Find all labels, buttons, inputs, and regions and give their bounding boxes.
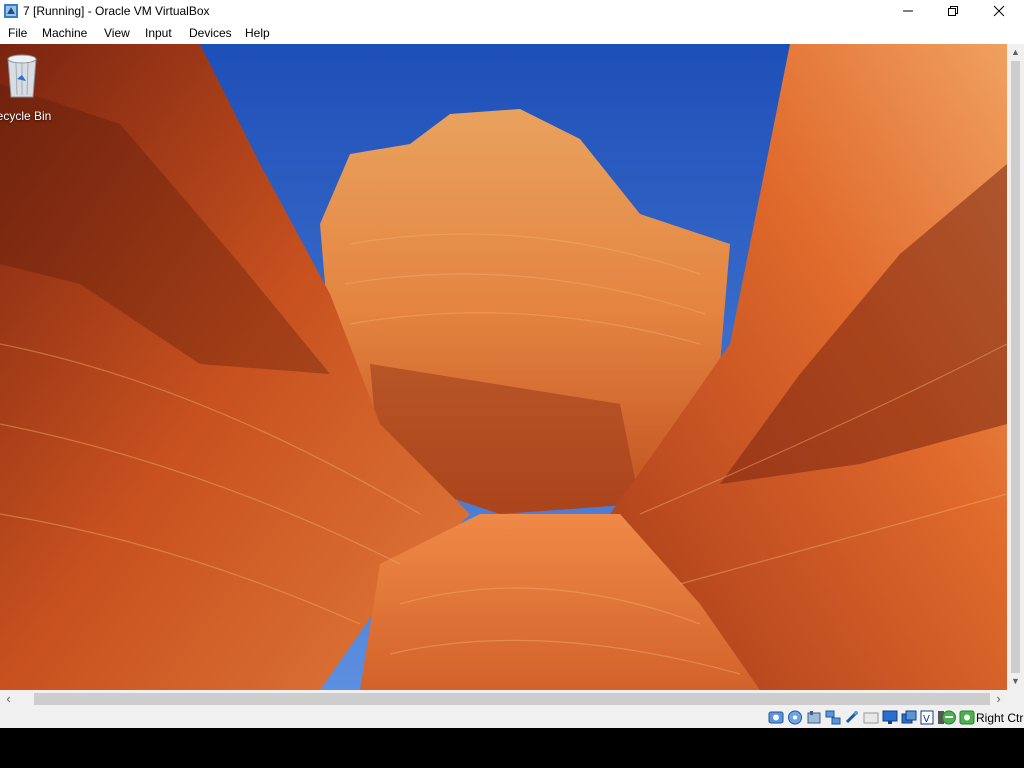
shared-folders-icon[interactable] xyxy=(863,710,879,725)
desktop-wallpaper xyxy=(0,44,1007,690)
recycle-bin[interactable]: Recycle Bin xyxy=(0,51,52,123)
minimize-icon xyxy=(903,10,913,12)
video-capture-icon[interactable] xyxy=(901,710,917,725)
menu-help[interactable]: Help xyxy=(245,26,270,40)
mouse-integration-icon[interactable] xyxy=(941,710,957,725)
display-icon[interactable] xyxy=(882,710,898,725)
hard-disk-icon[interactable] xyxy=(768,710,784,725)
recycle-bin-icon xyxy=(7,54,37,98)
window-title: 7 [Running] - Oracle VM VirtualBox xyxy=(23,4,210,18)
scroll-left-arrow-icon[interactable]: ‹ xyxy=(0,690,17,707)
scroll-right-arrow-icon[interactable]: › xyxy=(990,690,1007,707)
horizontal-scroll-thumb[interactable] xyxy=(34,693,990,705)
minimize-button[interactable] xyxy=(885,0,931,22)
menu-machine[interactable]: Machine xyxy=(42,26,87,40)
network-icon[interactable] xyxy=(825,710,841,725)
usb-icon[interactable] xyxy=(844,710,860,725)
virtualbox-icon xyxy=(4,4,18,18)
audio-icon[interactable] xyxy=(806,710,822,725)
menu-devices[interactable]: Devices xyxy=(189,26,232,40)
close-icon xyxy=(993,5,1005,17)
vertical-scrollbar[interactable]: ▲ ▼ xyxy=(1007,44,1024,690)
recycle-bin-label: Recycle Bin xyxy=(0,109,52,123)
scroll-down-arrow-icon[interactable]: ▼ xyxy=(1007,673,1024,690)
restore-icon xyxy=(948,6,958,16)
optical-drive-icon[interactable] xyxy=(787,710,803,725)
menu-bar: File Machine View Input Devices Help xyxy=(0,22,1024,44)
menu-file[interactable]: File xyxy=(8,26,27,40)
vertical-scroll-thumb[interactable] xyxy=(1011,61,1020,673)
guest-display[interactable]: Recycle Bin xyxy=(0,44,1007,690)
menu-input[interactable]: Input xyxy=(145,26,172,40)
svg-text:V: V xyxy=(923,714,930,725)
title-bar: 7 [Running] - Oracle VM VirtualBox xyxy=(0,0,1024,22)
scrollbar-corner xyxy=(1007,690,1024,707)
host-key-label: Right Ctrl xyxy=(976,711,1024,725)
status-bar: V Right Ctrl xyxy=(0,707,1024,728)
horizontal-scrollbar[interactable]: ‹ › xyxy=(0,690,1007,707)
close-button[interactable] xyxy=(976,0,1022,22)
restore-button[interactable] xyxy=(930,0,976,22)
keyboard-icon[interactable] xyxy=(959,710,975,725)
screen-bottom-area xyxy=(0,728,1024,768)
scroll-up-arrow-icon[interactable]: ▲ xyxy=(1007,44,1024,61)
menu-view[interactable]: View xyxy=(104,26,130,40)
